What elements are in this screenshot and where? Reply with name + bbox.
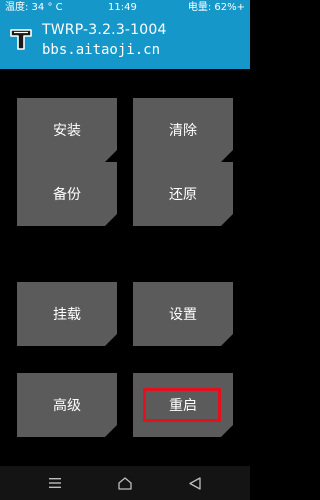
twrp-logo-icon bbox=[10, 29, 32, 50]
settings-label: 设置 bbox=[169, 307, 197, 323]
backup-label: 备份 bbox=[53, 187, 81, 203]
restore-button[interactable]: 还原 bbox=[133, 162, 233, 226]
menu-button[interactable] bbox=[35, 466, 75, 500]
temperature-readout: 温度: 34 ° C bbox=[5, 2, 63, 13]
install-button[interactable]: 安装 bbox=[17, 98, 117, 162]
advanced-button[interactable]: 高级 bbox=[17, 373, 117, 437]
restore-label: 还原 bbox=[169, 187, 197, 203]
back-button[interactable] bbox=[175, 466, 215, 500]
home-button[interactable] bbox=[105, 466, 145, 500]
back-icon bbox=[189, 476, 201, 490]
reboot-label: 重启 bbox=[169, 398, 197, 414]
install-label: 安装 bbox=[53, 123, 81, 139]
wipe-label: 清除 bbox=[169, 123, 197, 139]
navigation-bar bbox=[0, 466, 250, 500]
backup-button[interactable]: 备份 bbox=[17, 162, 117, 226]
menu-icon bbox=[49, 478, 61, 488]
header: 温度: 34 ° C 11:49 电量: 62%+ TWRP-3.2.3-100… bbox=[0, 0, 250, 69]
settings-button[interactable]: 设置 bbox=[133, 282, 233, 346]
home-icon bbox=[118, 476, 132, 490]
reboot-button[interactable]: 重启 bbox=[133, 373, 233, 437]
status-bar: 温度: 34 ° C 11:49 电量: 62%+ bbox=[0, 0, 250, 16]
app-title: TWRP-3.2.3-1004 bbox=[42, 22, 167, 38]
mount-button[interactable]: 挂载 bbox=[17, 282, 117, 346]
battery-readout: 电量: 62%+ bbox=[187, 2, 245, 13]
mount-label: 挂载 bbox=[53, 307, 81, 323]
wipe-button[interactable]: 清除 bbox=[133, 98, 233, 162]
app-subtitle: bbs.aitaoji.cn bbox=[42, 42, 161, 58]
clock: 11:49 bbox=[108, 2, 137, 13]
advanced-label: 高级 bbox=[53, 398, 81, 414]
twrp-screen: 温度: 34 ° C 11:49 电量: 62%+ TWRP-3.2.3-100… bbox=[0, 0, 250, 500]
